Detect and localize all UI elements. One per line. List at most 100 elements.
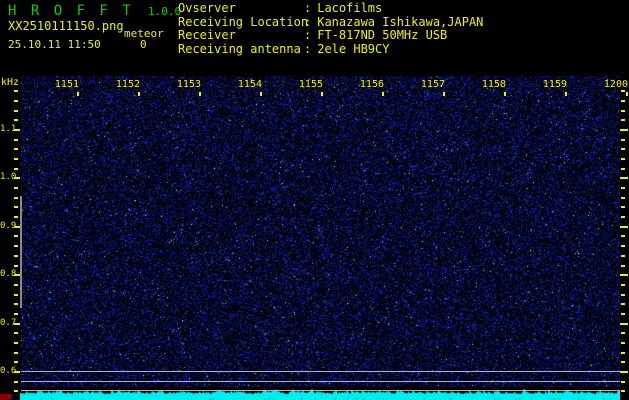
station-label: Receiving Location: [178, 14, 309, 29]
x-axis-tick: [626, 92, 628, 96]
y-axis-tick-minor-right: [621, 332, 625, 335]
x-axis-label: 1155: [298, 79, 323, 90]
separator: :: [304, 28, 312, 42]
y-axis-tick-minor: [14, 99, 18, 102]
y-axis-tick-major: [14, 322, 20, 325]
station-row-location: Receiving Location: Kanazawa Ishikawa,JAP…: [178, 14, 484, 30]
y-axis-tick-minor-right: [621, 341, 625, 344]
y-axis-tick-minor-right: [621, 90, 625, 93]
y-axis-tick-minor-right: [621, 380, 625, 383]
y-axis-tick-major-right: [620, 274, 628, 277]
y-axis-tick-minor: [14, 196, 18, 199]
x-axis-label: 1151: [54, 79, 79, 90]
y-axis-tick-minor-right: [621, 351, 625, 354]
x-axis-tick: [443, 92, 445, 96]
x-axis-label: 1200: [603, 79, 628, 90]
y-axis-tick-minor: [14, 167, 18, 170]
y-axis-tick-minor-right: [621, 283, 625, 286]
level-scale-bar: [20, 196, 22, 308]
y-axis-tick-minor: [14, 245, 18, 248]
app-version: 1.0.0: [148, 5, 182, 18]
y-axis-tick-minor: [14, 351, 18, 354]
x-axis-tick: [504, 92, 506, 96]
datetime-label: 25.10.11 11:50: [8, 38, 101, 51]
y-axis-tick-minor: [14, 332, 18, 335]
app-title: H R O F F T: [8, 3, 134, 19]
separator: :: [304, 41, 312, 56]
y-axis-tick-major-right: [620, 225, 628, 228]
y-axis-tick-minor-right: [621, 196, 625, 199]
y-axis-tick-major-right: [620, 371, 628, 373]
y-axis-tick-minor: [14, 109, 18, 112]
reference-line: [21, 390, 620, 391]
y-axis-tick-minor: [14, 158, 18, 161]
y-axis-tick-minor: [14, 148, 18, 151]
y-axis-tick-minor-right: [621, 109, 625, 112]
y-axis-tick-minor: [14, 264, 18, 267]
y-axis-tick-minor-right: [621, 148, 625, 151]
station-row-antenna: Receiving antenna:2ele HB9CY: [178, 41, 483, 57]
station-row-observer: Ovserver: Lacofilms: [178, 1, 483, 16]
y-axis-tick-minor-right: [621, 303, 625, 306]
y-axis-tick-minor-right: [621, 390, 625, 393]
y-axis-tick-minor-right: [621, 187, 625, 190]
x-axis-label: 1157: [420, 79, 445, 90]
y-axis-tick-minor-right: [621, 235, 625, 238]
y-axis-tick-major: [14, 274, 20, 277]
y-axis-tick-minor-right: [621, 361, 625, 364]
station-label: Receiving antenna: [178, 41, 301, 56]
x-axis-tick: [260, 92, 262, 96]
y-axis-tick-minor: [14, 361, 18, 364]
y-axis-tick-minor: [14, 283, 18, 286]
y-axis-tick-major: [14, 177, 20, 180]
separator: :: [304, 1, 312, 15]
y-axis-unit-label: kHz: [1, 77, 20, 88]
x-axis-label: 1159: [542, 79, 567, 90]
y-axis-tick-minor: [14, 303, 18, 306]
x-axis-tick: [321, 92, 323, 96]
y-axis-tick-major-right: [620, 129, 628, 131]
y-axis-tick-minor-right: [621, 216, 625, 219]
y-axis-tick-minor: [14, 254, 18, 257]
x-axis-label: 1158: [481, 79, 506, 90]
x-axis-label: 1153: [176, 79, 201, 90]
station-value: Kanazawa Ishikawa,JAPAN: [317, 14, 484, 29]
y-axis-tick-minor: [14, 235, 18, 238]
y-axis-tick-minor: [14, 390, 18, 393]
y-axis-label: 0.7: [0, 317, 17, 328]
x-axis-tick: [77, 92, 79, 96]
y-axis-tick-minor: [14, 341, 18, 344]
reference-line: [21, 371, 620, 372]
y-axis-tick-major-right: [620, 177, 628, 180]
y-axis-tick-minor: [14, 187, 18, 190]
y-axis-label: 0.6: [0, 366, 17, 376]
signal-level-strip: [20, 387, 620, 400]
y-axis-tick-minor: [14, 206, 18, 209]
y-axis-tick-minor-right: [621, 119, 625, 122]
x-axis-tick: [382, 92, 384, 96]
y-axis-tick-minor: [14, 138, 18, 141]
x-axis-tick: [565, 92, 567, 96]
output-filename: XX2510111150.png: [8, 19, 124, 33]
station-row-receiver: Receiver: FT-817ND 50MHz USB: [178, 28, 483, 43]
station-label: Receiver: [178, 28, 236, 42]
y-axis-tick-minor: [14, 216, 18, 219]
spectrogram-canvas: [21, 76, 620, 393]
y-axis-tick-minor: [14, 380, 18, 383]
x-axis-label: 1152: [115, 79, 140, 90]
y-axis-tick-minor-right: [621, 158, 625, 161]
y-axis-label: 0.8: [0, 269, 17, 280]
y-axis-tick-minor: [14, 312, 18, 315]
station-label: Ovserver: [178, 1, 236, 15]
y-axis-tick-major-right: [620, 322, 628, 325]
y-axis-tick-major: [14, 225, 20, 228]
x-axis-label: 1154: [237, 79, 262, 90]
reference-line: [21, 381, 620, 382]
station-value: 2ele HB9CY: [317, 41, 390, 56]
y-axis-label: 0.9: [0, 220, 17, 231]
separator: :: [304, 14, 312, 29]
y-axis-tick-minor-right: [621, 264, 625, 267]
y-axis-tick-minor: [14, 90, 18, 93]
y-axis-tick-minor: [14, 293, 18, 296]
x-axis-tick: [138, 92, 140, 96]
